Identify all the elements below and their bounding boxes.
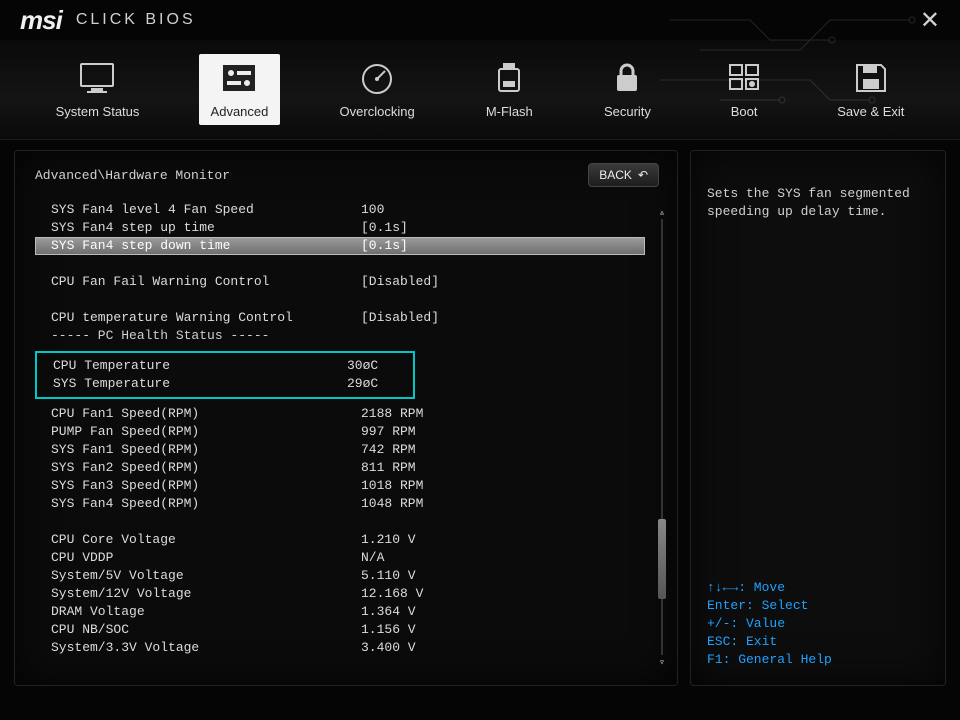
hint-move: ↑↓←→: Move	[707, 579, 929, 597]
sliders-icon	[217, 60, 261, 96]
nav-label: M-Flash	[486, 104, 533, 119]
title-bar: msi CLICK BIOS ✕	[0, 0, 960, 40]
readout-row: System/5V Voltage 5.110 V	[35, 567, 645, 585]
boot-grid-icon	[722, 60, 766, 96]
logo-area: msi CLICK BIOS	[20, 5, 196, 36]
hint-exit: ESC: Exit	[707, 633, 929, 651]
scroll-thumb[interactable]	[658, 519, 666, 599]
monitor-icon	[75, 60, 119, 96]
nav-label: Advanced	[211, 104, 269, 119]
top-nav: System Status Advanced Overclocking M-Fl…	[0, 40, 960, 140]
nav-boot[interactable]: Boot	[710, 54, 778, 125]
back-label: BACK	[599, 168, 632, 182]
product-name: CLICK BIOS	[76, 11, 196, 29]
readout-row: PUMP Fan Speed(RPM) 997 RPM	[35, 423, 645, 441]
section-divider: ----- PC Health Status -----	[35, 327, 645, 345]
lock-icon	[605, 60, 649, 96]
readout-row: SYS Fan1 Speed(RPM) 742 RPM	[35, 441, 645, 459]
setting-row[interactable]: CPU Fan Fail Warning Control [Disabled]	[35, 273, 645, 291]
readout-row: System/12V Voltage 12.168 V	[35, 585, 645, 603]
nav-save-exit[interactable]: Save & Exit	[825, 54, 916, 125]
readout-row: SYS Fan4 Speed(RPM) 1048 RPM	[35, 495, 645, 513]
setting-row-selected[interactable]: SYS Fan4 step down time [0.1s]	[35, 237, 645, 255]
settings-list: SYS Fan4 level 4 Fan Speed 100 SYS Fan4 …	[35, 201, 673, 673]
help-panel: Sets the SYS fan segmented speeding up d…	[690, 150, 946, 686]
nav-label: System Status	[56, 104, 140, 119]
back-button[interactable]: BACK ↶	[588, 163, 659, 187]
nav-label: Overclocking	[340, 104, 415, 119]
nav-mflash[interactable]: M-Flash	[474, 54, 545, 125]
nav-label: Boot	[731, 104, 758, 119]
back-arrow-icon: ↶	[638, 168, 648, 182]
hint-help: F1: General Help	[707, 651, 929, 669]
readout-row: SYS Fan2 Speed(RPM) 811 RPM	[35, 459, 645, 477]
floppy-icon	[849, 60, 893, 96]
readout-row: CPU Core Voltage 1.210 V	[35, 531, 645, 549]
settings-panel: Advanced\Hardware Monitor BACK ↶ SYS Fan…	[14, 150, 678, 686]
readout-row: DRAM Voltage 1.364 V	[35, 603, 645, 621]
readout-row: CPU Fan1 Speed(RPM) 2188 RPM	[35, 405, 645, 423]
close-icon[interactable]: ✕	[920, 6, 940, 35]
hint-value: +/-: Value	[707, 615, 929, 633]
scrollbar[interactable]: ▵ ▿	[657, 205, 667, 669]
setting-row[interactable]: SYS Fan4 step up time [0.1s]	[35, 219, 645, 237]
msi-logo: msi	[20, 5, 62, 36]
nav-label: Security	[604, 104, 651, 119]
nav-overclocking[interactable]: Overclocking	[328, 54, 427, 125]
readout-row: CPU VDDP N/A	[35, 549, 645, 567]
setting-row[interactable]: SYS Fan4 level 4 Fan Speed 100	[35, 201, 645, 219]
setting-row[interactable]: CPU temperature Warning Control [Disable…	[35, 309, 645, 327]
nav-system-status[interactable]: System Status	[44, 54, 152, 125]
breadcrumb: Advanced\Hardware Monitor	[35, 168, 230, 183]
key-hints: ↑↓←→: Move Enter: Select +/-: Value ESC:…	[707, 579, 929, 669]
readout-row: SYS Fan3 Speed(RPM) 1018 RPM	[35, 477, 645, 495]
readout-row: SYS Temperature 29øC	[37, 375, 413, 393]
nav-advanced[interactable]: Advanced	[199, 54, 281, 125]
help-description: Sets the SYS fan segmented speeding up d…	[707, 185, 929, 221]
readout-row: CPU NB/SOC 1.156 V	[35, 621, 645, 639]
readout-row: System/3.3V Voltage 3.400 V	[35, 639, 645, 657]
temperature-highlight-box: CPU Temperature 30øC SYS Temperature 29ø…	[35, 351, 415, 399]
scroll-down-icon[interactable]: ▿	[659, 655, 665, 669]
scroll-rail[interactable]	[661, 219, 663, 655]
usb-drive-icon	[487, 60, 531, 96]
hint-select: Enter: Select	[707, 597, 929, 615]
nav-security[interactable]: Security	[592, 54, 663, 125]
readout-row: CPU Temperature 30øC	[37, 357, 413, 375]
scroll-up-icon[interactable]: ▵	[659, 205, 665, 219]
nav-label: Save & Exit	[837, 104, 904, 119]
gauge-icon	[355, 60, 399, 96]
